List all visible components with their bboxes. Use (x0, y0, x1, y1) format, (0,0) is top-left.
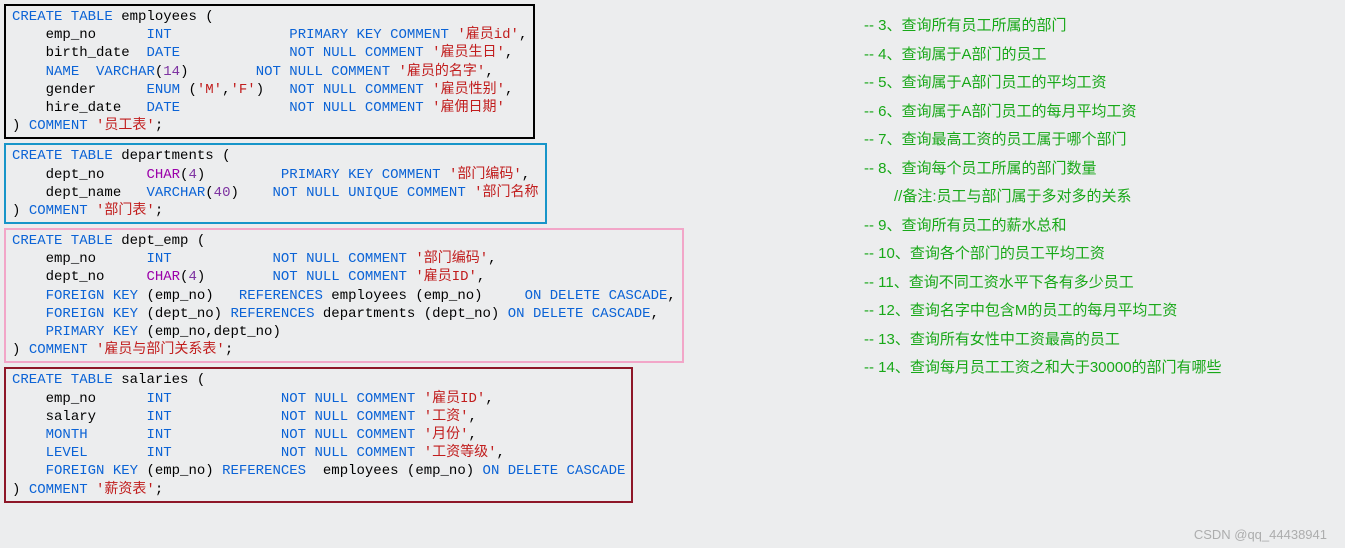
sql-column: CREATE TABLE employees ( emp_no INT PRIM… (4, 4, 814, 507)
task-13: -- 13、查询所有女性中工资最高的员工 (864, 326, 1341, 355)
create-table-employees: CREATE TABLE employees ( emp_no INT PRIM… (4, 4, 535, 139)
task-14: -- 14、查询每月员工工资之和大于30000的部门有哪些 (864, 354, 1341, 383)
task-11: -- 11、查询不同工资水平下各有多少员工 (864, 269, 1341, 298)
task-list: -- 3、查询所有员工所属的部门 -- 4、查询属于A部门的员工 -- 5、查询… (814, 4, 1341, 507)
task-10: -- 10、查询各个部门的员工平均工资 (864, 240, 1341, 269)
task-4: -- 4、查询属于A部门的员工 (864, 41, 1341, 70)
task-8: -- 8、查询每个员工所属的部门数量 (864, 155, 1341, 184)
create-table-dept-emp: CREATE TABLE dept_emp ( emp_no INT NOT N… (4, 228, 684, 363)
task-5: -- 5、查询属于A部门员工的平均工资 (864, 69, 1341, 98)
task-3: -- 3、查询所有员工所属的部门 (864, 12, 1341, 41)
task-note: //备注:员工与部门属于多对多的关系 (864, 183, 1341, 212)
task-12: -- 12、查询名字中包含M的员工的每月平均工资 (864, 297, 1341, 326)
task-7: -- 7、查询最高工资的员工属于哪个部门 (864, 126, 1341, 155)
create-table-salaries: CREATE TABLE salaries ( emp_no INT NOT N… (4, 367, 633, 502)
watermark: CSDN @qq_44438941 (1194, 527, 1327, 542)
task-6: -- 6、查询属于A部门员工的每月平均工资 (864, 98, 1341, 127)
task-9: -- 9、查询所有员工的薪水总和 (864, 212, 1341, 241)
create-table-departments: CREATE TABLE departments ( dept_no CHAR(… (4, 143, 547, 224)
